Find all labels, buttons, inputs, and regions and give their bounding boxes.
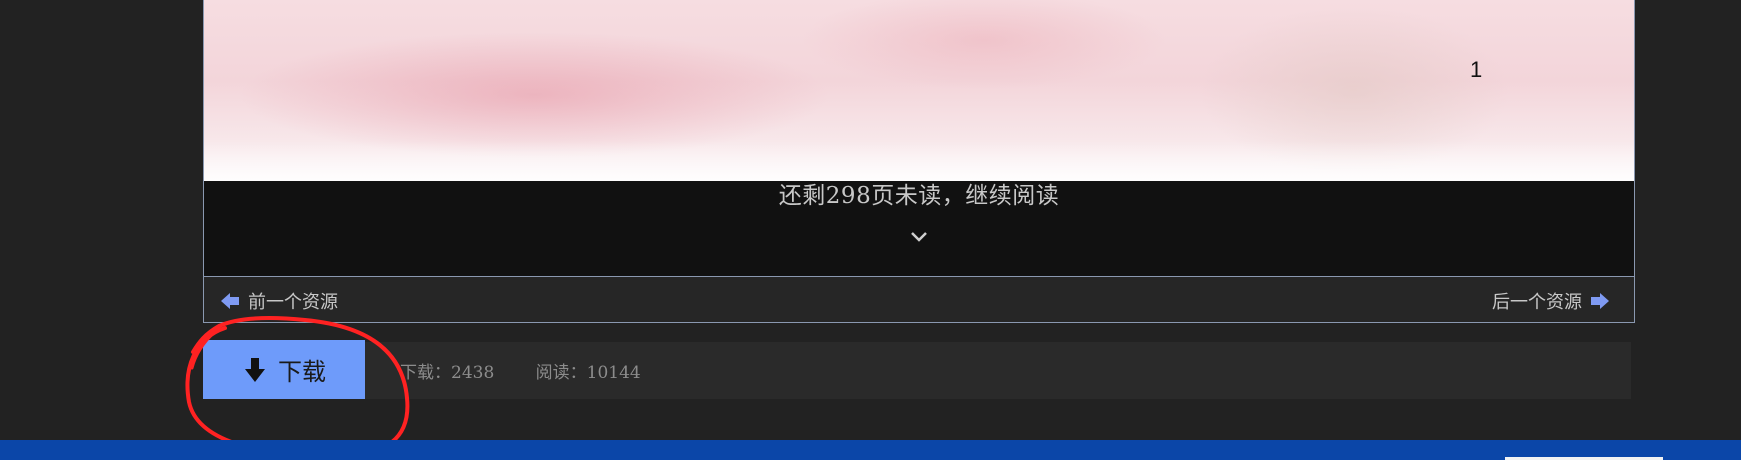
footer-bar: [0, 440, 1741, 460]
download-button[interactable]: 下载: [203, 340, 365, 399]
chevron-down-icon[interactable]: [910, 231, 928, 243]
prev-resource-link[interactable]: 前一个资源: [220, 288, 338, 314]
next-resource-label[interactable]: 后一个资源: [1492, 288, 1582, 314]
read-count: 阅读：10144: [535, 363, 641, 383]
prev-resource-label[interactable]: 前一个资源: [248, 288, 338, 314]
continue-reading-bar[interactable]: 还剩298页未读，继续阅读: [204, 181, 1634, 276]
download-arrow-icon: [245, 357, 265, 382]
document-viewer: 1 还剩298页未读，继续阅读 前一个资源 后一个资源: [203, 0, 1635, 323]
download-label[interactable]: 下载: [278, 352, 326, 387]
resource-nav-bar: 前一个资源 后一个资源: [204, 276, 1634, 322]
page-number: 1: [1470, 57, 1483, 82]
next-resource-link[interactable]: 后一个资源: [1492, 288, 1610, 314]
document-page-preview: 1: [204, 0, 1634, 181]
continue-reading-text[interactable]: 还剩298页未读，继续阅读: [204, 181, 1634, 211]
arrow-right-icon: [1591, 293, 1609, 309]
arrow-left-icon: [221, 293, 239, 309]
resource-stats: 下载：2438 阅读：10144: [400, 358, 641, 383]
download-count: 下载：2438: [400, 363, 495, 383]
